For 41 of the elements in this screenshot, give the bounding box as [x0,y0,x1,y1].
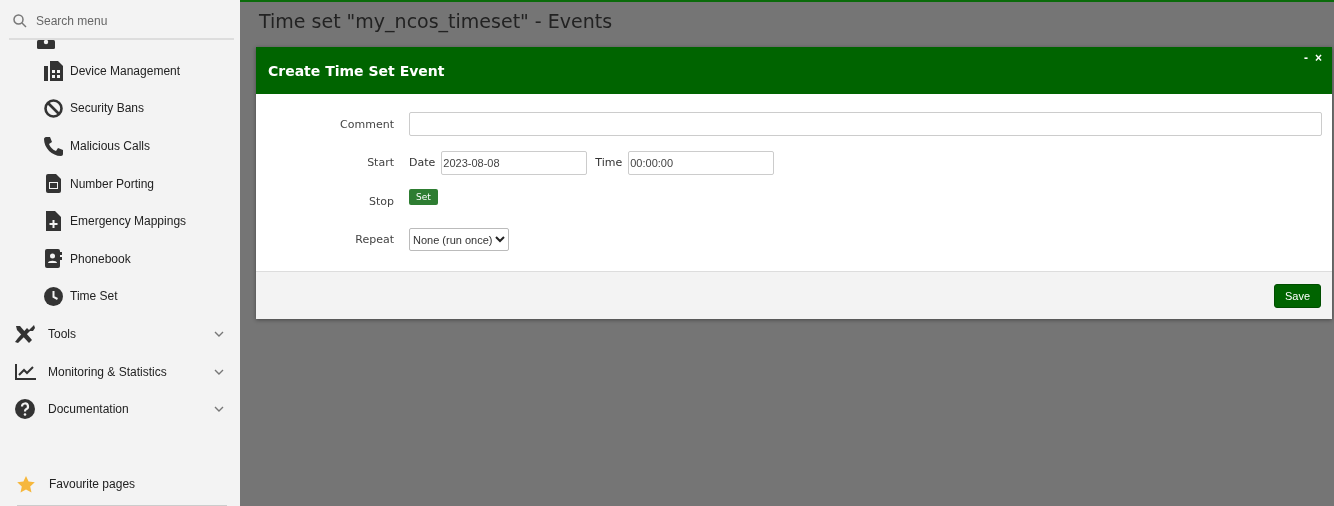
sim-card-icon [46,174,61,194]
menu-item[interactable]: Device Management [9,52,240,90]
file-plus-icon [46,211,61,232]
field-label: Stop [368,194,394,208]
field-label: Comment [339,117,394,131]
star-icon [17,475,35,493]
menu-item[interactable]: Time Set [9,277,240,316]
menu-item[interactable]: Favourite pages [9,465,240,503]
field-label: Start [366,156,394,170]
chevron-icon [494,236,505,244]
tools-icon [14,323,36,344]
close-button[interactable]: × [1313,51,1324,65]
search-field[interactable]: Search menu [34,13,218,29]
set-button[interactable]: Set [409,189,438,206]
contact-book-icon [45,249,62,269]
menu-group[interactable]: Tools [9,315,240,353]
field-label: Time [595,156,623,170]
menu-item[interactable]: Emergency Mappings [9,202,240,240]
menu-item[interactable]: Number Porting [9,164,240,203]
search-icon [13,14,27,28]
fax-icon [44,60,63,81]
clock-icon [44,286,63,306]
menu-item[interactable]: Phonebook [9,239,240,278]
phone-icon [43,136,64,156]
field-label: Repeat [354,233,394,247]
minimize-button[interactable]: - [1302,51,1310,65]
menu-group[interactable]: Documentation [9,390,240,428]
menu-item[interactable]: Security Bans [9,89,240,128]
field-label: Date [409,156,436,170]
repeat-dropdown[interactable]: None (run once) [409,228,509,252]
menu-group[interactable]: Monitoring & Statistics [9,352,240,391]
date-field[interactable]: 2023-08-08 [441,150,588,175]
save-button[interactable]: Save [1273,283,1321,308]
comment-field[interactable] [409,112,1322,137]
help-icon [15,399,35,420]
page-title: Time set "my_ncos_timeset" - Events [258,9,614,35]
chart-line-icon [14,363,36,380]
time-field[interactable]: 00:00:00 [628,150,775,175]
ban-icon [44,98,63,118]
dialog-title: Create Time Set Event [268,62,445,79]
menu-item[interactable]: Malicious Calls [9,127,240,165]
